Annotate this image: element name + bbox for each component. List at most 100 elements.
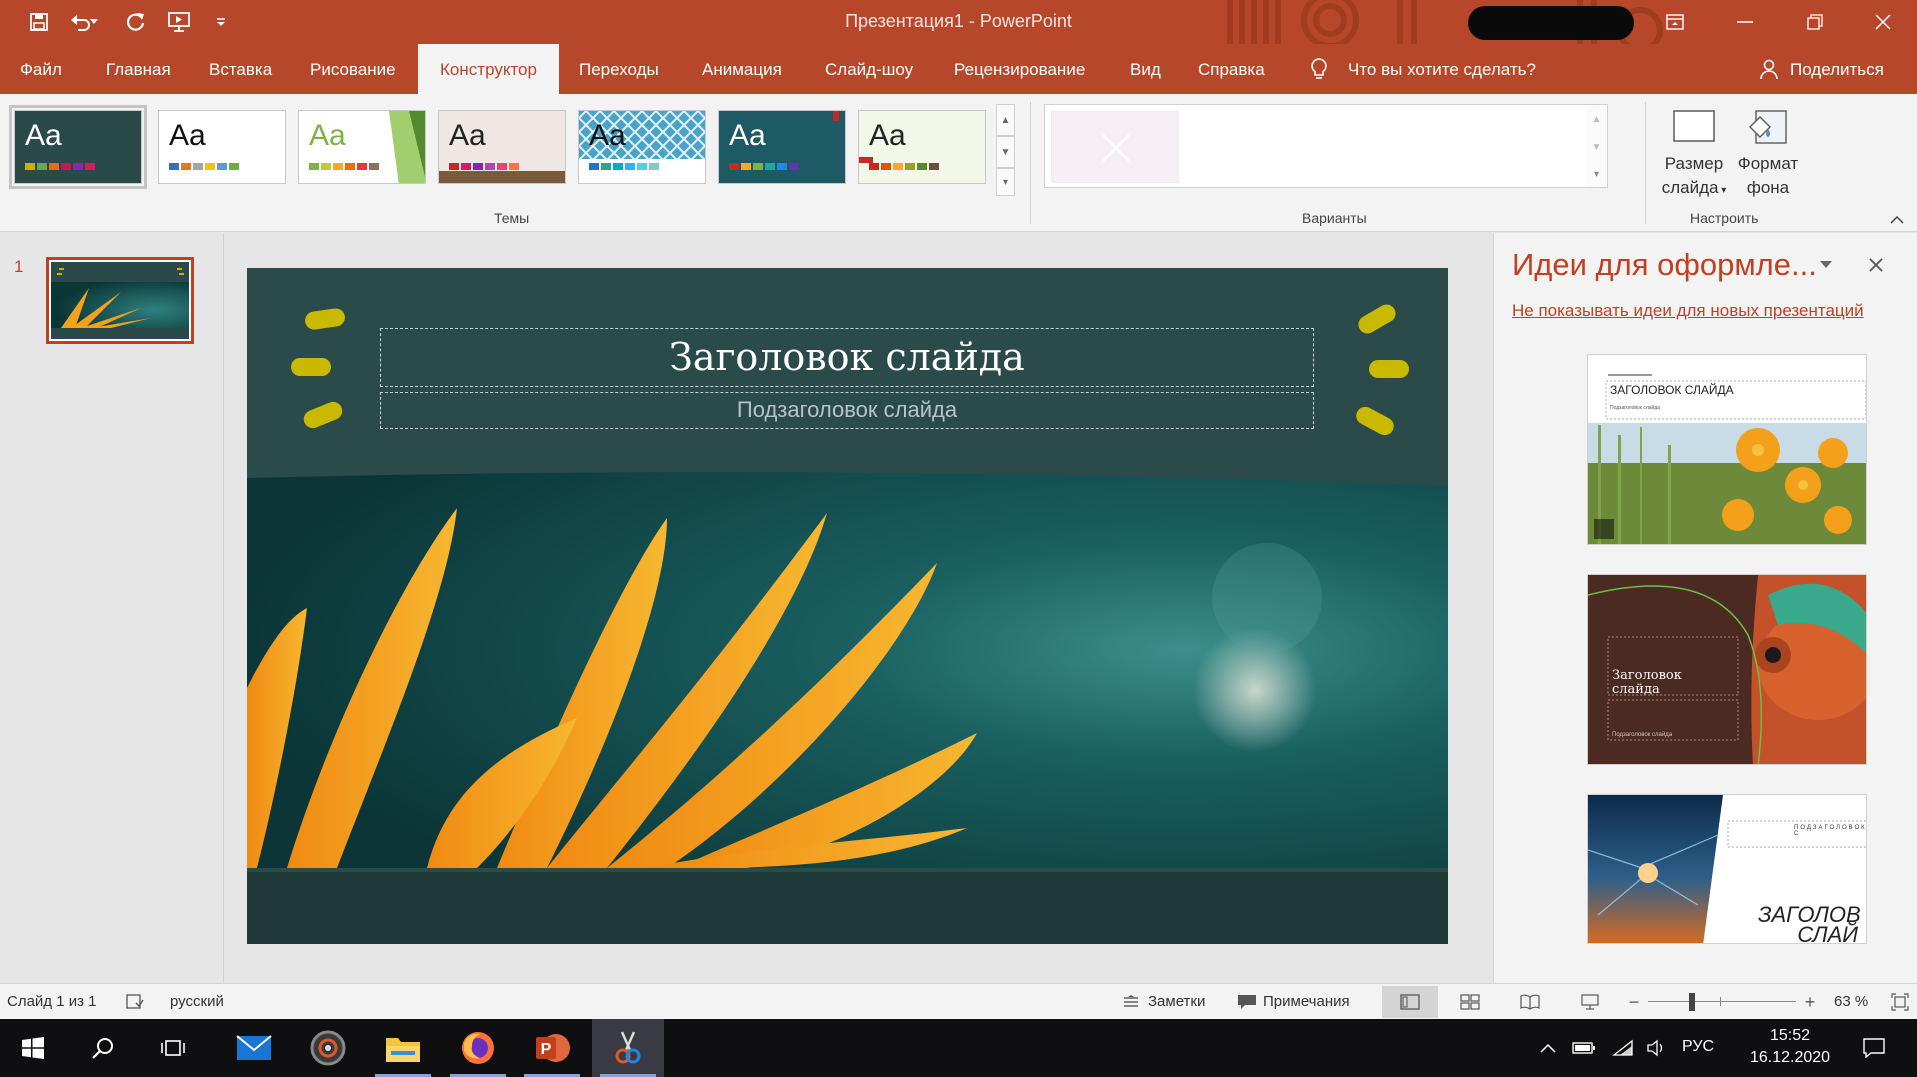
reading-view-icon[interactable] [1516,990,1544,1014]
pane-close-icon[interactable] [1864,253,1888,277]
tab-view[interactable]: Вид [1130,44,1161,94]
battery-icon[interactable] [1570,1035,1598,1061]
variants-more-icon[interactable]: ▾ [1587,161,1606,187]
slide-title-placeholder[interactable]: Заголовок слайда [380,328,1314,387]
theme-sample-text: Aa [25,119,62,152]
tab-insert[interactable]: Вставка [209,44,272,94]
color-swatch [449,163,459,170]
theme-sample-text: Aa [449,119,486,152]
variants-scroll-down-icon[interactable]: ▼ [1587,133,1606,161]
current-slide[interactable]: Заголовок слайда Подзаголовок слайда [247,268,1448,944]
fit-to-window-icon[interactable] [1888,990,1912,1014]
tab-transitions[interactable]: Переходы [579,44,659,94]
media-player-icon[interactable] [292,1019,364,1077]
theme-thumbnail[interactable]: Aa [718,110,846,184]
restore-icon[interactable] [1780,0,1850,44]
theme-thumbnail[interactable]: Aa [298,110,426,184]
idea-subtitle: ПОДЗАГОЛОВОК С [1794,825,1867,837]
idea-title: ЗАГОЛОВОК СЛАЙДА [1610,383,1734,397]
customize-group-label: Настроить [1690,210,1759,226]
wifi-icon[interactable] [1610,1035,1636,1061]
color-swatch [357,163,367,170]
format-background-button[interactable]: Формат фона [1728,102,1808,200]
gallery-scroll-up-icon[interactable]: ▲ [996,104,1015,136]
slide-size-button[interactable]: Размер слайда ▾ [1654,102,1734,203]
clock-date: 16.12.2020 [1749,1049,1831,1066]
clock-time: 15:52 [1769,1027,1811,1044]
design-idea-card[interactable]: ПОДЗАГОЛОВОК С ЗАГОЛОВ СЛАЙ [1587,794,1867,944]
language-indicator[interactable]: русский [170,993,224,1010]
theme-thumbnail[interactable]: Aa [858,110,986,184]
color-swatch [321,163,331,170]
accessibility-check-icon[interactable] [124,991,146,1013]
tab-home[interactable]: Главная [106,44,171,94]
color-swatch [905,163,915,170]
disable-ideas-link[interactable]: Не показывать идеи для новых презентаций [1512,301,1864,321]
color-swatch [485,163,495,170]
show-hidden-icons-icon[interactable] [1536,1035,1560,1061]
mail-icon[interactable] [218,1019,290,1077]
theme-sample-text: Aa [729,119,766,152]
design-idea-card[interactable]: ЗАГОЛОВОК СЛАЙДА Подзаголовок слайда [1587,354,1867,545]
design-ideas-pane: Идеи для оформле... Не показывать идеи д… [1493,233,1917,983]
theme-thumbnail[interactable]: Aa [158,110,286,184]
windows-start-icon[interactable] [0,1019,66,1077]
zoom-in-icon[interactable]: + [1800,990,1820,1014]
tab-review[interactable]: Рецензирование [954,44,1085,94]
snipping-tool-icon[interactable] [592,1019,664,1077]
variants-scroll-up-icon[interactable]: ▲ [1587,105,1606,133]
zoom-level[interactable]: 63 % [1834,993,1868,1010]
slideshow-view-icon[interactable] [1576,990,1604,1014]
file-explorer-icon[interactable] [367,1019,439,1077]
tell-me-search[interactable]: Что вы хотите сделать? [1348,44,1536,94]
pane-options-dropdown-icon[interactable] [1816,255,1836,275]
color-swatch [345,163,355,170]
search-icon[interactable] [70,1019,136,1077]
comments-button[interactable]: Примечания [1263,993,1350,1010]
theme-thumbnail[interactable]: Aa [9,105,147,189]
gallery-scroll-down-icon[interactable]: ▼ [996,136,1015,168]
clock[interactable]: 15:52 16.12.2020 [1740,1025,1840,1069]
idea-title: Заголовок слайда [1612,668,1682,697]
tab-slideshow[interactable]: Слайд-шоу [825,44,913,94]
share-button[interactable]: Поделиться [1790,44,1884,94]
theme-thumbnail[interactable]: Aa [438,110,566,184]
close-icon[interactable] [1848,0,1917,44]
powerpoint-icon[interactable]: P [516,1019,588,1077]
minimize-icon[interactable] [1710,0,1780,44]
group-separator [1645,102,1646,224]
variant-placeholder[interactable] [1051,111,1179,183]
collapse-ribbon-icon[interactable] [1886,210,1908,228]
zoom-out-icon[interactable]: − [1624,990,1644,1014]
gallery-more-icon[interactable]: ▾ [996,168,1015,196]
design-idea-card[interactable]: Заголовок слайда Подзаголовок слайда [1587,574,1867,765]
tab-draw[interactable]: Рисование [310,44,396,94]
theme-thumbnail[interactable]: Aa [578,110,706,184]
zoom-slider-track[interactable] [1648,1001,1796,1002]
volume-icon[interactable] [1644,1035,1670,1061]
color-swatch [881,163,891,170]
color-swatch [893,163,903,170]
slide-sorter-view-icon[interactable] [1456,990,1484,1014]
color-swatch [777,163,787,170]
idea-subtitle: Подзаголовок слайда [1612,732,1673,738]
ribbon-display-options-icon[interactable] [1640,0,1710,44]
notification-center-icon[interactable] [1852,1033,1896,1063]
tab-help[interactable]: Справка [1198,44,1265,94]
zoom-slider-thumb[interactable] [1688,993,1695,1011]
share-user-icon[interactable] [1756,44,1782,94]
task-view-icon[interactable] [140,1019,206,1077]
tab-design[interactable]: Конструктор [418,44,559,94]
notes-button[interactable]: Заметки [1148,993,1205,1010]
color-swatch [193,163,203,170]
tab-file[interactable]: Файл [20,44,62,94]
windows-taskbar: P РУС 15:52 16.12.2020 [0,1019,1917,1077]
idea-subtitle: Подзаголовок слайда [1610,405,1661,411]
normal-view-icon[interactable] [1382,986,1438,1018]
color-swatch [741,163,751,170]
input-language[interactable]: РУС [1682,1038,1714,1056]
slide-subtitle-placeholder[interactable]: Подзаголовок слайда [380,392,1314,429]
tab-animations[interactable]: Анимация [702,44,782,94]
firefox-icon[interactable] [442,1019,514,1077]
slide-thumbnail[interactable] [46,257,194,344]
